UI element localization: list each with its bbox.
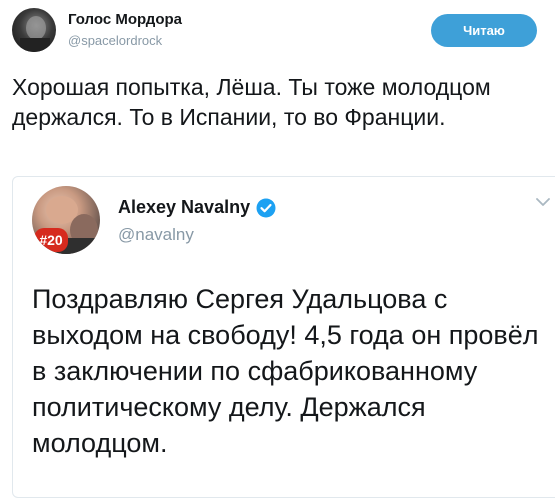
quoted-author-handle[interactable]: @navalny: [118, 225, 194, 245]
avatar[interactable]: [12, 8, 56, 52]
chevron-down-icon[interactable]: [536, 197, 550, 207]
quoted-tweet[interactable]: #20 Alexey Navalny @navalny Поздравляю С…: [12, 176, 555, 498]
author-handle[interactable]: @spacelordrock: [68, 33, 162, 48]
tweet: Голос Мордора @spacelordrock Читаю Хорош…: [0, 0, 555, 498]
quoted-author-name[interactable]: Alexey Navalny: [118, 197, 276, 218]
follow-button[interactable]: Читаю: [431, 14, 537, 47]
quoted-tweet-text: Поздравляю Сергея Удальцова с выходом на…: [32, 284, 539, 458]
tweet-text: Хорошая попытка, Лёша. Ты тоже молодцом …: [12, 74, 491, 130]
avatar-badge: #20: [34, 228, 68, 252]
author-name[interactable]: Голос Мордора: [68, 11, 182, 28]
verified-icon: [256, 198, 276, 218]
avatar-image: [20, 16, 50, 52]
quoted-author-name-text: Alexey Navalny: [118, 197, 251, 217]
quoted-avatar[interactable]: #20: [32, 186, 100, 254]
